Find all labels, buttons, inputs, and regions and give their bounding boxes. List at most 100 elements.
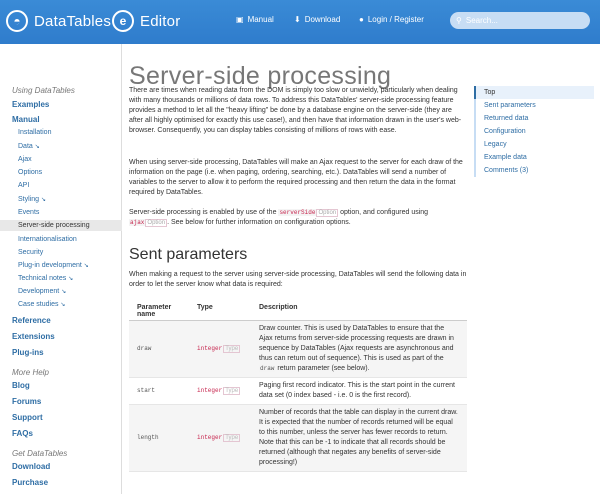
sidebar-item-label: Development xyxy=(18,288,60,295)
table-row: start integer Type Paging first record in… xyxy=(129,377,467,405)
sidebar-item-i18n[interactable]: Internationalisation xyxy=(18,236,77,243)
sidebar-item-installation[interactable]: Installation xyxy=(18,129,51,136)
col-header-description: Description xyxy=(251,302,467,321)
sidebar-item-download[interactable]: Download xyxy=(12,462,50,471)
table-row: length integer Type Number of records tha… xyxy=(129,404,467,472)
type-tag: Type xyxy=(223,345,241,353)
toc-item-comments[interactable]: Comments (3) xyxy=(476,164,594,177)
sidebar-section-using: Using DataTables xyxy=(12,86,75,95)
sidebar-item-faqs[interactable]: FAQs xyxy=(12,429,33,438)
sidebar xyxy=(0,44,122,494)
editor-brand[interactable]: e Editor xyxy=(112,10,180,32)
ajax-paragraph: When using server-side processing, DataT… xyxy=(129,159,463,196)
param-description: Draw counter. This is used by DataTables… xyxy=(251,320,467,378)
datatables-brand[interactable]: ◓ DataTables xyxy=(6,10,111,32)
option-tag: Option xyxy=(145,219,168,227)
sidebar-item-ajax[interactable]: Ajax xyxy=(18,156,32,163)
user-icon: ● xyxy=(359,15,364,24)
toc-item-example-data[interactable]: Example data xyxy=(476,151,594,164)
expand-arrow-icon: ↘ xyxy=(34,144,40,150)
config-text-2: option, and configured using xyxy=(340,209,429,216)
sidebar-item-examples[interactable]: Examples xyxy=(12,100,49,109)
config-text-1: Server-side processing is enabled by use… xyxy=(129,209,277,216)
sidebar-item-label: Technical notes xyxy=(18,275,67,282)
sidebar-item-plugin-dev[interactable]: Plug-in development ↘ xyxy=(18,262,89,269)
toc-item-legacy[interactable]: Legacy xyxy=(476,138,594,151)
param-name: start xyxy=(129,377,189,405)
desc-code: draw xyxy=(259,365,276,372)
sidebar-section-more-help: More Help xyxy=(12,368,49,377)
expand-arrow-icon: ↘ xyxy=(83,263,89,269)
param-description: Number of records that the table can dis… xyxy=(251,404,467,472)
nav-download[interactable]: ⬇ Download xyxy=(294,15,340,24)
search-box[interactable]: ⚲ xyxy=(450,12,590,29)
sidebar-item-security[interactable]: Security xyxy=(18,249,43,256)
param-type: integer Type xyxy=(189,320,251,378)
sidebar-item-styling[interactable]: Styling ↘ xyxy=(18,196,46,203)
sidebar-item-support[interactable]: Support xyxy=(12,413,43,422)
table-row: draw integer Type Draw counter. This is u… xyxy=(129,320,467,378)
sidebar-section-get: Get DataTables xyxy=(12,449,68,458)
sidebar-item-api[interactable]: API xyxy=(18,182,29,189)
param-type: integer Type xyxy=(189,404,251,472)
sidebar-item-server-side[interactable]: Server-side processing xyxy=(18,222,90,229)
expand-arrow-icon: ↘ xyxy=(60,302,66,308)
param-type: integer Type xyxy=(189,377,251,405)
type-tag: Type xyxy=(223,434,241,442)
sidebar-item-label: Styling xyxy=(18,196,40,203)
sidebar-item-data[interactable]: Data ↘ xyxy=(18,143,40,150)
serverside-option-link[interactable]: serverSide xyxy=(278,209,317,216)
sidebar-item-case-studies[interactable]: Case studies ↘ xyxy=(18,301,65,308)
sidebar-item-extensions[interactable]: Extensions xyxy=(12,332,55,341)
toc-item-sent-parameters[interactable]: Sent parameters xyxy=(476,99,594,112)
nav-manual[interactable]: ▣ Manual xyxy=(236,15,274,24)
editor-logo-icon: e xyxy=(112,10,134,32)
top-header: ◓ DataTables e Editor ▣ Manual ⬇ Downloa… xyxy=(0,0,600,44)
toc-item-returned-data[interactable]: Returned data xyxy=(476,112,594,125)
param-description: Paging first record indicator. This is t… xyxy=(251,377,467,405)
sidebar-item-forums[interactable]: Forums xyxy=(12,397,41,406)
sidebar-item-label: Data xyxy=(18,143,33,150)
table-header-row: Parameter name Type Description xyxy=(129,302,467,321)
param-name: draw xyxy=(129,320,189,378)
type-link[interactable]: integer xyxy=(197,434,222,441)
nav-download-label: Download xyxy=(304,15,341,24)
sent-parameters-intro: When making a request to the server usin… xyxy=(129,271,467,288)
config-paragraph: Server-side processing is enabled by use… xyxy=(129,208,467,228)
ajax-option-link[interactable]: ajax xyxy=(129,219,146,226)
sent-parameters-heading: Sent parameters xyxy=(129,246,248,263)
option-tag: Option xyxy=(316,209,339,217)
sidebar-item-manual[interactable]: Manual xyxy=(12,115,40,124)
col-header-type: Type xyxy=(189,302,251,321)
toc-item-configuration[interactable]: Configuration xyxy=(476,125,594,138)
sidebar-item-options[interactable]: Options xyxy=(18,169,42,176)
sidebar-item-development[interactable]: Development ↘ xyxy=(18,288,66,295)
sidebar-item-plugins[interactable]: Plug-ins xyxy=(12,348,44,357)
param-name: length xyxy=(129,404,189,472)
desc-text: Draw counter. This is used by DataTables… xyxy=(259,325,454,362)
sidebar-item-label: Case studies xyxy=(18,301,59,308)
sidebar-item-events[interactable]: Events xyxy=(18,209,39,216)
brand-editor-label: Editor xyxy=(140,12,181,30)
type-tag: Type xyxy=(223,387,241,395)
sidebar-item-blog[interactable]: Blog xyxy=(12,381,30,390)
nav-login[interactable]: ● Login / Register xyxy=(359,15,424,24)
brand-datatables-label: DataTables xyxy=(34,12,112,30)
datatables-logo-icon: ◓ xyxy=(6,10,28,32)
sidebar-item-reference[interactable]: Reference xyxy=(12,316,51,325)
type-link[interactable]: integer xyxy=(197,345,222,352)
sidebar-item-purchase[interactable]: Purchase xyxy=(12,478,48,487)
intro-paragraph: There are times when reading data from t… xyxy=(129,87,462,134)
expand-arrow-icon: ↘ xyxy=(40,197,46,203)
toc-item-top[interactable]: Top xyxy=(474,86,594,99)
sidebar-item-label: Plug-in development xyxy=(18,262,82,269)
search-icon: ⚲ xyxy=(456,16,462,25)
search-input[interactable] xyxy=(465,16,576,25)
parameters-table: Parameter name Type Description draw int… xyxy=(129,302,467,472)
nav-manual-label: Manual xyxy=(247,15,274,24)
type-link[interactable]: integer xyxy=(197,387,222,394)
download-icon: ⬇ xyxy=(294,15,301,24)
sidebar-item-tech-notes[interactable]: Technical notes ↘ xyxy=(18,275,73,282)
expand-arrow-icon: ↘ xyxy=(68,276,74,282)
desc-text-2: return parameter (see below). xyxy=(277,365,370,372)
